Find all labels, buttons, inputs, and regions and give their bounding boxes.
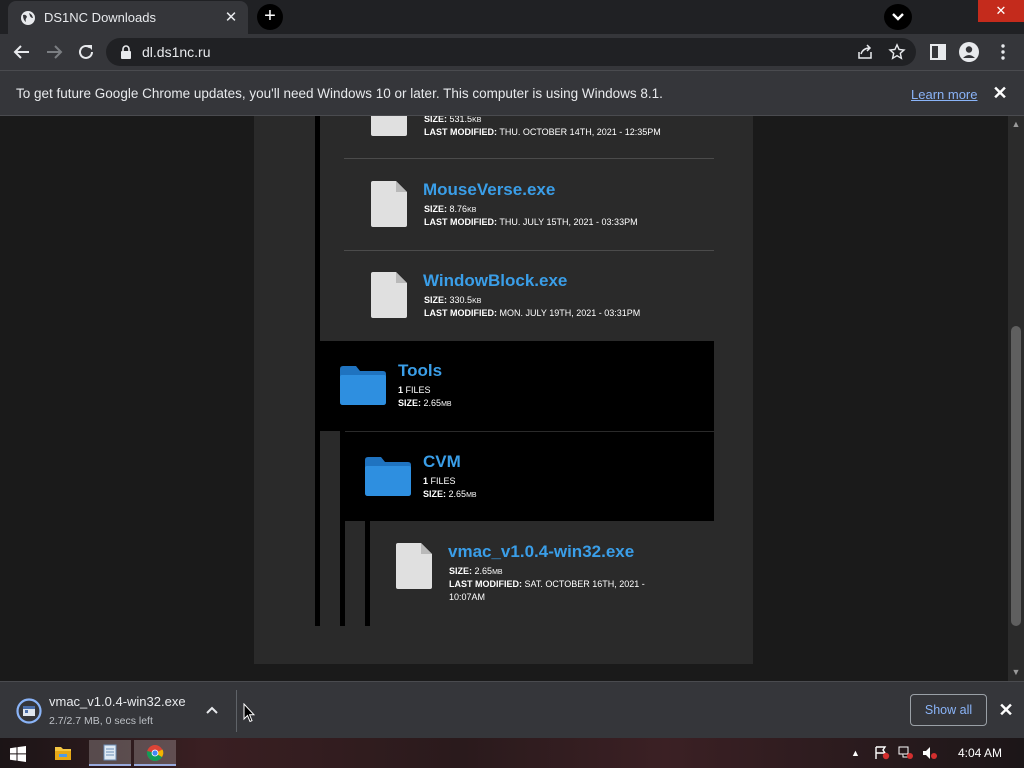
- file-icon: [371, 272, 407, 318]
- taskbar-file-explorer[interactable]: [42, 740, 84, 766]
- network-icon[interactable]: [898, 746, 914, 760]
- chevron-up-icon[interactable]: [203, 702, 221, 718]
- file-listing-panel: SIZE: 531.5KB LAST MODIFIED: THU. OCTOBE…: [254, 116, 753, 664]
- learn-more-link[interactable]: Learn more: [911, 87, 977, 102]
- profile-avatar-icon[interactable]: [959, 42, 979, 62]
- file-modified-continued: 10:07AM: [449, 592, 486, 602]
- folder-size: SIZE: 2.65MB: [398, 398, 452, 408]
- forward-arrow-icon[interactable]: [41, 39, 67, 65]
- notepad-icon: [103, 744, 117, 761]
- menu-kebab-icon[interactable]: [993, 42, 1013, 62]
- folder-file-count: 1 FILES: [423, 476, 456, 486]
- file-size: SIZE: 2.65MB: [449, 566, 503, 576]
- star-icon[interactable]: [888, 43, 906, 61]
- file-size: SIZE: 330.5KB: [424, 295, 482, 305]
- page-viewport[interactable]: SIZE: 531.5KB LAST MODIFIED: THU. OCTOBE…: [0, 116, 1008, 681]
- shelf-close-icon[interactable]: ✕: [996, 700, 1016, 720]
- back-arrow-icon[interactable]: [9, 39, 35, 65]
- url-text[interactable]: dl.ds1nc.ru: [142, 44, 210, 60]
- taskbar-clock[interactable]: 4:04 AM: [958, 746, 1002, 760]
- reload-icon[interactable]: [73, 39, 99, 65]
- file-size: SIZE: 8.76KB: [424, 204, 477, 214]
- folder-row-cvm[interactable]: CVM 1 FILES SIZE: 2.65MB: [345, 432, 714, 521]
- tray-overflow-icon[interactable]: ▲: [851, 746, 867, 760]
- tab-strip: DS1NC Downloads ✕ + ✕: [0, 0, 1024, 34]
- show-all-button[interactable]: Show all: [910, 694, 987, 726]
- address-bar[interactable]: dl.ds1nc.ru: [106, 38, 916, 66]
- lock-icon[interactable]: [120, 45, 132, 59]
- row-divider: [344, 158, 714, 159]
- folder-row-tools[interactable]: Tools 1 FILES SIZE: 2.65MB: [318, 341, 714, 431]
- scroll-down-icon[interactable]: ▼: [1011, 667, 1021, 677]
- folder-icon: [365, 457, 411, 496]
- globe-icon: [21, 11, 35, 25]
- tab-title: DS1NC Downloads: [44, 10, 156, 25]
- screen: DS1NC Downloads ✕ + ✕ dl.ds1nc.ru To get…: [0, 0, 1024, 768]
- infobar-close-icon[interactable]: ✕: [990, 83, 1010, 103]
- mouse-cursor-icon: [243, 703, 255, 723]
- taskbar-chrome[interactable]: [134, 740, 176, 766]
- scrollbar-thumb[interactable]: [1011, 326, 1021, 626]
- file-name-link[interactable]: WindowBlock.exe: [423, 271, 567, 291]
- update-infobar: To get future Google Chrome updates, you…: [0, 70, 1024, 116]
- download-file-name[interactable]: vmac_v1.0.4-win32.exe: [49, 694, 186, 709]
- download-shelf: vmac_v1.0.4-win32.exe 2.7/2.7 MB, 0 secs…: [0, 681, 1024, 738]
- side-panel-icon[interactable]: [928, 42, 948, 62]
- folder-name-link[interactable]: Tools: [398, 361, 442, 381]
- tab-close-icon[interactable]: ✕: [222, 9, 240, 27]
- tab-search-button[interactable]: [884, 4, 912, 30]
- folder-file-count: 1 FILES: [398, 385, 431, 395]
- infobar-message: To get future Google Chrome updates, you…: [16, 86, 663, 101]
- browser-toolbar: dl.ds1nc.ru: [0, 34, 1024, 70]
- file-modified: LAST MODIFIED: SAT. OCTOBER 16TH, 2021 -: [449, 579, 645, 589]
- file-icon: [396, 543, 432, 589]
- tab-ds1nc-downloads[interactable]: DS1NC Downloads ✕: [8, 1, 248, 34]
- scroll-up-icon[interactable]: ▲: [1011, 119, 1021, 129]
- shelf-divider: [236, 690, 237, 732]
- windows-taskbar: ▲ 4:04 AM: [0, 738, 1024, 768]
- speaker-muted-icon[interactable]: [922, 746, 938, 760]
- download-progress-icon[interactable]: [16, 698, 42, 724]
- folder-size: SIZE: 2.65MB: [423, 489, 477, 499]
- file-name-link[interactable]: MouseVerse.exe: [423, 180, 555, 200]
- chrome-icon: [146, 745, 164, 762]
- folder-icon: [340, 366, 386, 405]
- file-name-link[interactable]: vmac_v1.0.4-win32.exe: [448, 542, 634, 562]
- windows-start-icon[interactable]: [10, 746, 26, 762]
- download-status: 2.7/2.7 MB, 0 secs left: [49, 715, 153, 727]
- page-scrollbar[interactable]: ▲ ▼: [1008, 116, 1024, 681]
- file-icon: [371, 181, 407, 227]
- file-modified: LAST MODIFIED: MON. JULY 19TH, 2021 - 03…: [424, 308, 641, 318]
- row-divider: [344, 250, 714, 251]
- file-icon: [371, 116, 407, 136]
- chevron-down-icon: [892, 13, 904, 21]
- flag-alert-icon[interactable]: [874, 746, 890, 760]
- new-tab-button[interactable]: +: [257, 4, 283, 30]
- folder-name-link[interactable]: CVM: [423, 452, 461, 472]
- tree-line: [365, 521, 370, 626]
- taskbar-notepad[interactable]: [89, 740, 131, 766]
- share-icon[interactable]: [856, 43, 874, 61]
- file-modified: LAST MODIFIED: THU. OCTOBER 14TH, 2021 -…: [424, 127, 661, 137]
- window-close-button[interactable]: ✕: [978, 0, 1024, 22]
- file-modified: LAST MODIFIED: THU. JULY 15TH, 2021 - 03…: [424, 217, 638, 227]
- folder-icon: [55, 747, 71, 760]
